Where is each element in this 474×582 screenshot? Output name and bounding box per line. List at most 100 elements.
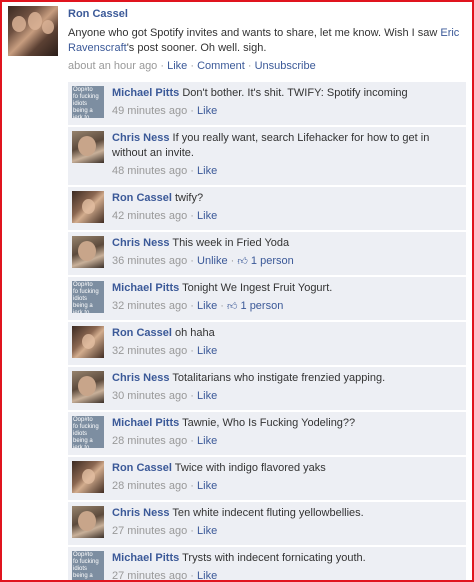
commenter-avatar[interactable]: Oop#to fo fucking idiots being a jerk to… [72, 281, 104, 313]
like-link[interactable]: Like [197, 480, 217, 492]
comment-text-block: Chris Ness This week in Fried Yoda [112, 236, 460, 251]
comment-author-link[interactable]: Ron Cassel [112, 327, 172, 339]
comment-meta: 28 minutes ago · Like [112, 435, 217, 447]
comment-text-block: Michael Pitts Tonight We Ingest Fruit Yo… [112, 281, 460, 296]
comment-text: oh haha [174, 327, 215, 339]
comment-timestamp[interactable]: 27 minutes ago [112, 570, 187, 580]
like-link[interactable]: Like [197, 210, 217, 222]
comment-author-link[interactable]: Michael Pitts [112, 552, 179, 564]
like-link[interactable]: Like [197, 525, 217, 537]
post-body: Ron Cassel Anyone who got Spotify invite… [68, 8, 468, 72]
comment-author-link[interactable]: Chris Ness [112, 507, 169, 519]
separator: · [190, 525, 194, 537]
commenter-avatar[interactable]: Oop#to fo fucking idiots being a jerk to… [72, 416, 104, 448]
comment-text-block: Chris Ness Ten white indecent fluting ye… [112, 506, 460, 521]
like-link[interactable]: Like [197, 300, 217, 312]
comment-item: Ron Cassel twify? 42 minutes ago · Like [68, 187, 466, 231]
comment-item: Oop#to fo fucking idiots being a jerk to… [68, 82, 466, 126]
unsubscribe-link[interactable]: Unsubscribe [255, 60, 316, 72]
separator: · [190, 480, 194, 492]
like-count-link[interactable]: 1 person [241, 300, 284, 312]
separator: · [190, 210, 194, 222]
comment-author-link[interactable]: Chris Ness [112, 237, 169, 249]
comment-meta: 36 minutes ago · Unlike · 👍︎ 1 person [112, 255, 294, 267]
comment-author-link[interactable]: Michael Pitts [112, 282, 179, 294]
comment-timestamp[interactable]: 49 minutes ago [112, 105, 187, 117]
comment-text: Twice with indigo flavored yaks [174, 462, 326, 474]
like-link[interactable]: Like [197, 165, 217, 177]
avatar-face [12, 16, 26, 32]
commenter-avatar[interactable] [72, 371, 104, 403]
post-author-link[interactable]: Ron Cassel [68, 8, 128, 20]
post-text: Anyone who got Spotify invites and wants… [68, 26, 468, 56]
comment-text-block: Ron Cassel twify? [112, 191, 460, 206]
comment-author-link[interactable]: Michael Pitts [112, 87, 179, 99]
comment-author-link[interactable]: Michael Pitts [112, 417, 179, 429]
separator: · [190, 435, 194, 447]
post-author-avatar[interactable] [8, 6, 58, 56]
comment-author-link[interactable]: Ron Cassel [112, 462, 172, 474]
comment-text: Ten white indecent fluting yellowbellies… [172, 507, 364, 519]
comment-meta: 48 minutes ago · Like [112, 165, 217, 177]
comment-timestamp[interactable]: 42 minutes ago [112, 210, 187, 222]
avatar-face [82, 469, 95, 484]
comment-author-link[interactable]: Chris Ness [112, 132, 169, 144]
comment-text-block: Chris Ness Totalitarians who instigate f… [112, 371, 460, 386]
like-link[interactable]: Like [197, 390, 217, 402]
like-link[interactable]: Like [197, 345, 217, 357]
comment-link[interactable]: Comment [197, 60, 245, 72]
avatar-face [82, 199, 95, 214]
like-count-link[interactable]: 1 person [251, 255, 294, 267]
commenter-avatar[interactable] [72, 461, 104, 493]
avatar-caption: Oop#to fo fucking idiots being a jerk to… [73, 282, 99, 313]
like-link[interactable]: Like [197, 105, 217, 117]
comment-timestamp[interactable]: 30 minutes ago [112, 390, 187, 402]
avatar-face [78, 511, 96, 531]
comment-item: Chris Ness This week in Fried Yoda 36 min… [68, 232, 466, 276]
comment-timestamp[interactable]: 27 minutes ago [112, 525, 187, 537]
unlike-link[interactable]: Unlike [197, 255, 228, 267]
comment-item: Chris Ness If you really want, search Li… [68, 127, 466, 186]
comment-timestamp[interactable]: 48 minutes ago [112, 165, 187, 177]
separator: · [190, 105, 194, 117]
comment-item: Ron Cassel oh haha 32 minutes ago · Like [68, 322, 466, 366]
separator: · [190, 570, 194, 582]
comment-timestamp[interactable]: 32 minutes ago [112, 345, 187, 357]
separator: · [247, 60, 252, 72]
post-meta: about an hour ago · Like · Comment · Uns… [68, 60, 468, 72]
commenter-avatar[interactable] [72, 506, 104, 538]
comment-author-link[interactable]: Chris Ness [112, 372, 169, 384]
separator: · [220, 300, 224, 312]
commenter-avatar[interactable] [72, 326, 104, 358]
separator: · [190, 165, 194, 177]
comment-timestamp[interactable]: 28 minutes ago [112, 435, 187, 447]
comment-timestamp[interactable]: 36 minutes ago [112, 255, 187, 267]
separator: · [190, 345, 194, 357]
commenter-avatar[interactable]: Oop#to fo fucking idiots being a jerk to… [72, 86, 104, 118]
commenter-avatar[interactable] [72, 191, 104, 223]
comment-text-block: Michael Pitts Don't bother. It's shit. T… [112, 86, 460, 101]
comment-author-link[interactable]: Ron Cassel [112, 192, 172, 204]
separator: · [160, 60, 165, 72]
like-link[interactable]: Like [167, 60, 187, 72]
comment-meta: 32 minutes ago · Like [112, 345, 217, 357]
like-link[interactable]: Like [197, 570, 217, 580]
post-timestamp[interactable]: about an hour ago [68, 60, 157, 72]
like-link[interactable]: Like [197, 435, 217, 447]
comment-meta: 42 minutes ago · Like [112, 210, 217, 222]
avatar-face [42, 20, 54, 34]
comment-meta: 32 minutes ago · Like · 👍︎ 1 person [112, 300, 283, 312]
commenter-avatar[interactable]: Oop#to fo fucking idiots being a jerk to… [72, 551, 104, 580]
comment-text-block: Chris Ness If you really want, search Li… [112, 131, 460, 161]
avatar-caption: Oop#to fo fucking idiots being a jerk to… [73, 417, 99, 448]
comment-item: Chris Ness Totalitarians who instigate f… [68, 367, 466, 411]
comment-text: Trysts with indecent fornicating youth. [182, 552, 366, 564]
comment-timestamp[interactable]: 28 minutes ago [112, 480, 187, 492]
comment-item: Oop#to fo fucking idiots being a jerk to… [68, 277, 466, 321]
comment-text: This week in Fried Yoda [172, 237, 290, 249]
post-text-part: Anyone who got Spotify invites and wants… [68, 27, 441, 39]
comment-timestamp[interactable]: 32 minutes ago [112, 300, 187, 312]
commenter-avatar[interactable] [72, 131, 104, 163]
comment-text: Tawnie, Who Is Fucking Yodeling?? [182, 417, 356, 429]
commenter-avatar[interactable] [72, 236, 104, 268]
